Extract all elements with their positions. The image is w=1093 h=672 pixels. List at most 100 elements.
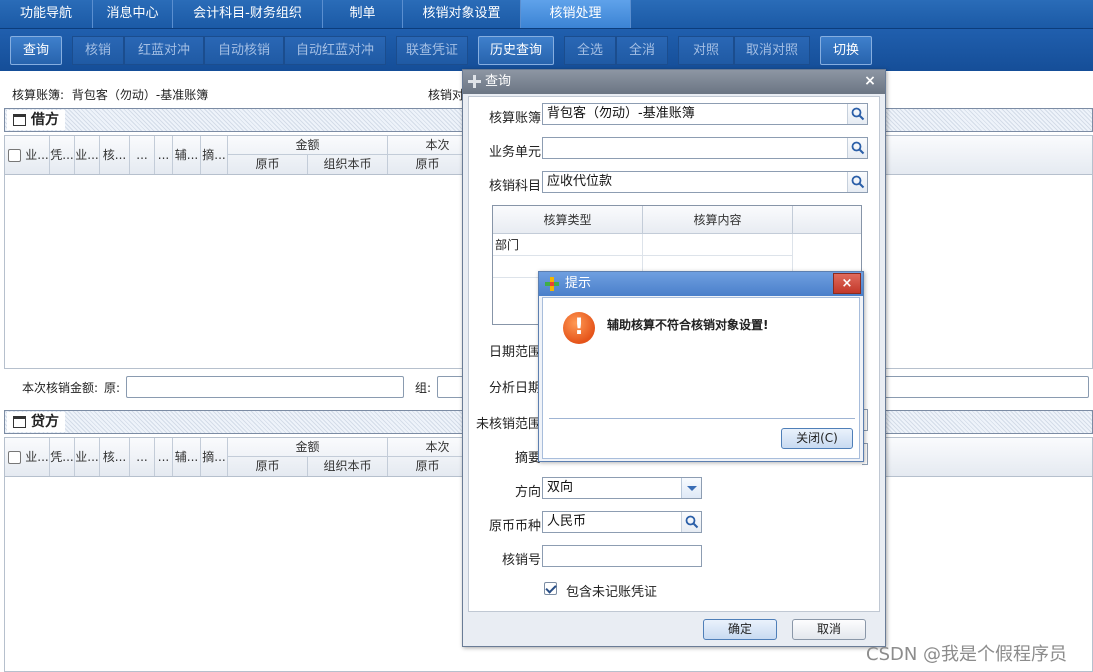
currency-lookup-button[interactable]	[681, 512, 701, 532]
table-header-content: 核算内容	[643, 206, 793, 234]
match-button[interactable]: 对照	[678, 36, 734, 65]
book-field-value: 背包客（勿动）-基准账簿	[547, 106, 695, 121]
subject-field-label: 核销科目	[488, 179, 541, 194]
debit-col-5[interactable]: ...	[130, 136, 155, 174]
table-cell[interactable]	[643, 234, 793, 256]
debit-col-8[interactable]: 摘...	[201, 136, 228, 174]
chevron-down-icon[interactable]	[681, 478, 701, 498]
alert-title: 提示	[565, 276, 592, 291]
app-logo-icon	[545, 277, 559, 291]
alert-close-icon-button[interactable]: ×	[833, 273, 861, 294]
debit-col-6[interactable]: ...	[155, 136, 173, 174]
tab-accounting-subject[interactable]: 会计科目-财务组织	[173, 0, 323, 28]
direction-select[interactable]: 双向	[542, 477, 702, 499]
direction-value: 双向	[547, 480, 574, 495]
credit-amount-group: 金额	[228, 438, 388, 457]
writeoff-no-field[interactable]	[542, 545, 702, 567]
auto-writeoff-button[interactable]: 自动核销	[204, 36, 284, 65]
credit-select-all-checkbox[interactable]	[8, 451, 21, 464]
linked-voucher-button[interactable]: 联查凭证	[396, 36, 468, 65]
business-unit-field[interactable]	[542, 137, 868, 159]
book-field[interactable]: 背包客（勿动）-基准账簿	[542, 103, 868, 125]
tab-writeoff-processing[interactable]: 核销处理	[521, 0, 631, 28]
toolbar: 查询 核销 红蓝对冲 自动核销 自动红蓝对冲 联查凭证 历史查询 全选 全消 对…	[0, 28, 1093, 71]
red-blue-offset-button[interactable]: 红蓝对冲	[124, 36, 204, 65]
window-icon	[13, 114, 26, 126]
credit-col-3[interactable]: 业...	[75, 438, 100, 476]
credit-col-6[interactable]: ...	[155, 438, 173, 476]
switch-button[interactable]: 切换	[820, 36, 872, 65]
book-lookup-button[interactable]	[847, 104, 867, 124]
tab-function-nav[interactable]: 功能导航	[0, 0, 93, 28]
writeoff-subject-value: 应收代位款	[547, 174, 613, 189]
debit-select-all-checkbox[interactable]	[8, 149, 21, 162]
debit-col-3[interactable]: 业...	[75, 136, 100, 174]
table-header-blank	[793, 206, 861, 234]
credit-col-8[interactable]: 摘...	[201, 438, 228, 476]
credit-col-5[interactable]: ...	[130, 438, 155, 476]
ok-button[interactable]: 确定	[703, 619, 777, 640]
tab-bar: 功能导航 消息中心 会计科目-财务组织 制单 核销对象设置 核销处理	[0, 0, 1093, 28]
book-label: 核算账簿:	[12, 88, 65, 102]
query-dialog-close-button[interactable]: ×	[857, 71, 883, 92]
credit-sub-original2[interactable]: 原币	[388, 457, 468, 476]
deselect-all-button[interactable]: 全消	[616, 36, 668, 65]
alert-dialog: 提示 × ! 辅助核算不符合核销对象设置! 关闭(C)	[538, 271, 864, 462]
query-dialog-title: 查询	[485, 74, 512, 89]
tab-make-voucher[interactable]: 制单	[323, 0, 403, 28]
subject-lookup-button[interactable]	[847, 172, 867, 192]
credit-col-2[interactable]: 凭...	[50, 438, 75, 476]
alert-close-button[interactable]: 关闭(C)	[781, 428, 853, 449]
debit-col-4[interactable]: 核...	[100, 136, 130, 174]
debit-title: 借方	[31, 112, 59, 128]
select-all-button[interactable]: 全选	[564, 36, 616, 65]
debit-sub-org[interactable]: 组织本币	[308, 155, 388, 174]
debit-col-1[interactable]: 业...	[25, 136, 50, 174]
date-range-label: 日期范围	[488, 345, 541, 360]
alert-body: ! 辅助核算不符合核销对象设置! 关闭(C)	[542, 297, 860, 459]
warning-icon: !	[563, 312, 595, 344]
table-cell[interactable]: 部门	[493, 234, 643, 256]
writeoff-subject-field[interactable]: 应收代位款	[542, 171, 868, 193]
unwritten-range-label: 未核销范围	[475, 417, 541, 432]
alert-titlebar[interactable]: 提示 ×	[539, 272, 863, 296]
tab-message-center[interactable]: 消息中心	[93, 0, 173, 28]
cancel-match-button[interactable]: 取消对照	[734, 36, 810, 65]
search-icon	[851, 107, 865, 121]
orig-amount-field[interactable]	[126, 376, 404, 398]
analysis-date-label: 分析日期	[488, 381, 541, 396]
credit-title: 贷方	[31, 414, 59, 430]
history-query-button[interactable]: 历史查询	[478, 36, 554, 65]
credit-col-7[interactable]: 辅...	[173, 438, 201, 476]
unit-lookup-button[interactable]	[847, 138, 867, 158]
auto-red-blue-offset-button[interactable]: 自动红蓝对冲	[284, 36, 386, 65]
summary-label: 摘要	[514, 451, 541, 466]
tab-writeoff-object-settings[interactable]: 核销对象设置	[403, 0, 521, 28]
credit-col-1[interactable]: 业...	[25, 438, 50, 476]
search-icon	[851, 141, 865, 155]
app-logo-icon	[468, 75, 481, 88]
debit-sub-original2[interactable]: 原币	[388, 155, 468, 174]
credit-title-wrap: 贷方	[7, 412, 65, 432]
writeoff-object-partial: 核销对	[428, 88, 465, 102]
book-info: 核算账簿: 背包客（勿动）-基准账簿	[12, 86, 208, 104]
debit-col-2[interactable]: 凭...	[50, 136, 75, 174]
debit-title-wrap: 借方	[7, 110, 65, 130]
debit-col-7[interactable]: 辅...	[173, 136, 201, 174]
writeoff-button[interactable]: 核销	[72, 36, 124, 65]
window-icon	[13, 416, 26, 428]
cancel-button[interactable]: 取消	[792, 619, 866, 640]
debit-sub-original[interactable]: 原币	[228, 155, 308, 174]
currency-field[interactable]: 人民币	[542, 511, 702, 533]
writeoff-amount-label: 本次核销金额:	[22, 381, 99, 395]
include-unposted-checkbox[interactable]	[544, 582, 557, 595]
credit-sub-original[interactable]: 原币	[228, 457, 308, 476]
query-button[interactable]: 查询	[10, 36, 62, 65]
credit-col-4[interactable]: 核...	[100, 438, 130, 476]
search-icon	[685, 515, 699, 529]
query-dialog-titlebar[interactable]: 查询 ×	[463, 70, 885, 94]
credit-sub-org[interactable]: 组织本币	[308, 457, 388, 476]
watermark: CSDN @我是个假程序员	[866, 644, 1068, 665]
debit-amount-group: 金额	[228, 136, 388, 155]
book-value: 背包客（勿动）-基准账簿	[71, 88, 209, 102]
